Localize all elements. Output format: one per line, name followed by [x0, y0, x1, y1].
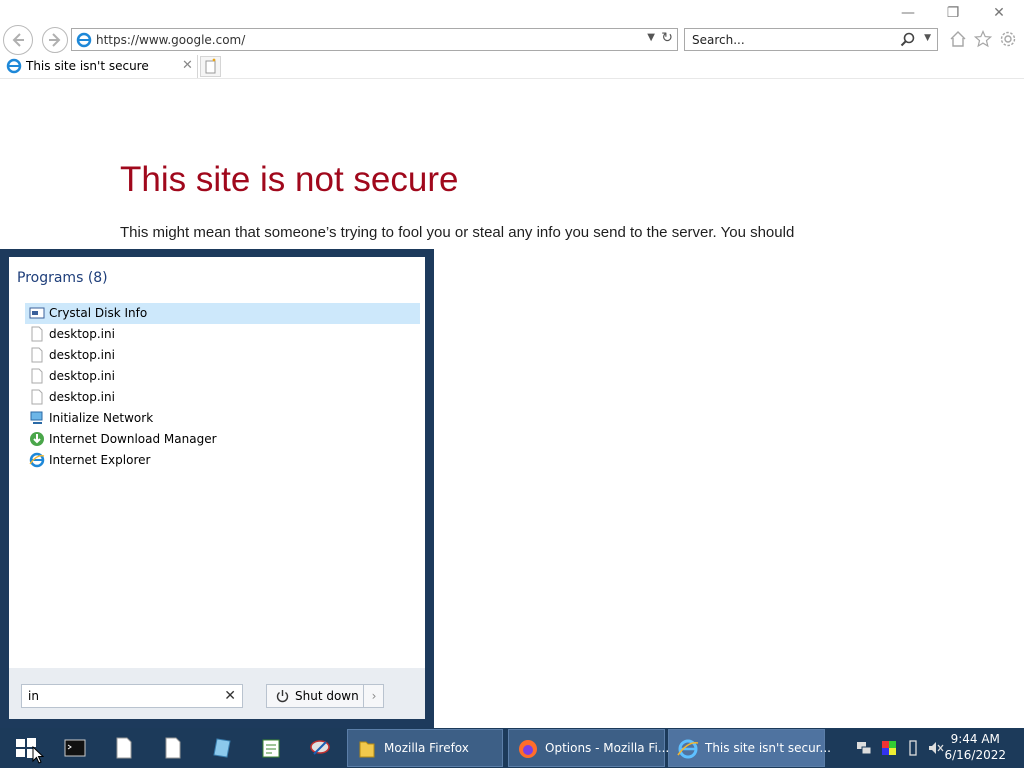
back-arrow-icon [12, 33, 24, 47]
taskbar-window-ie[interactable]: This site isn't secur... [668, 729, 831, 767]
new-tab-button[interactable] [200, 56, 221, 77]
taskbar-window-mozilla-firefox[interactable]: Mozilla Firefox [347, 729, 503, 767]
shutdown-button[interactable]: Shut down › [266, 684, 384, 708]
file-icon [31, 326, 43, 342]
tab-title: This site isn't secure [26, 59, 149, 73]
taskbar-cmd-icon[interactable] [59, 728, 91, 768]
shutdown-options-arrow[interactable]: › [363, 685, 384, 707]
address-dropdown-icon[interactable]: ▼ [647, 32, 655, 43]
ie-icon [677, 739, 699, 759]
network-icon [30, 411, 43, 424]
address-text: https://www.google.com/ [96, 33, 246, 47]
display-tray-icon[interactable] [881, 740, 897, 756]
forward-button[interactable] [42, 27, 68, 53]
ie-page-icon [76, 32, 92, 48]
taskbar-editor-icon[interactable] [255, 728, 287, 768]
tab-active[interactable]: This site isn't secure ✕ [0, 55, 198, 78]
chrome-separator [0, 78, 1024, 79]
program-item-desktop-ini[interactable]: desktop.ini [25, 345, 420, 366]
taskbar-snipping-icon[interactable] [304, 728, 336, 768]
taskbar-window-firefox-options[interactable]: Options - Mozilla Fi... [508, 729, 669, 767]
close-window-button[interactable]: ✕ [984, 2, 1014, 24]
file-icon [31, 368, 43, 384]
program-item-internet-download-manager[interactable]: Internet Download Manager [25, 429, 420, 450]
crystal-disk-info-icon [29, 307, 45, 319]
search-icon[interactable] [900, 32, 915, 47]
address-bar[interactable]: https://www.google.com/ ▼ ↻ [71, 28, 678, 51]
ie-tab-icon [6, 58, 22, 74]
mouse-cursor-icon [32, 746, 44, 764]
folder-icon [359, 741, 375, 758]
taskbar-clock[interactable]: 9:44 AM 6/16/2022 [944, 731, 1006, 763]
new-tab-icon [205, 58, 216, 74]
search-dropdown-icon[interactable]: ▼ [924, 33, 931, 43]
clock-date: 6/16/2022 [944, 748, 1006, 762]
file-icon [31, 347, 43, 363]
clock-time: 9:44 AM [950, 732, 1000, 746]
firefox-icon [519, 740, 537, 758]
refresh-icon[interactable]: ↻ [661, 30, 673, 46]
start-search-input[interactable]: in ✕ [21, 684, 243, 708]
taskbar: Mozilla Firefox Options - Mozilla Fi... … [0, 728, 1024, 768]
page-title: This site is not secure [120, 160, 459, 199]
clear-search-icon[interactable]: ✕ [224, 688, 236, 704]
program-item-desktop-ini[interactable]: desktop.ini [25, 366, 420, 387]
program-item-desktop-ini[interactable]: desktop.ini [25, 324, 420, 345]
start-search-value: in [28, 689, 39, 703]
start-menu-footer: in ✕ Shut down › [9, 668, 425, 719]
tab-close-icon[interactable]: ✕ [182, 58, 193, 73]
start-menu: Programs (8) Crystal Disk Info desktop.i… [0, 249, 434, 728]
program-item-desktop-ini[interactable]: desktop.ini [25, 387, 420, 408]
idm-icon [30, 432, 44, 446]
power-icon [276, 690, 289, 703]
taskbar-notepad-icon[interactable] [206, 728, 238, 768]
network-tray-icon[interactable] [856, 740, 872, 756]
back-button[interactable] [3, 25, 33, 55]
start-button[interactable] [6, 728, 46, 768]
usb-tray-icon[interactable] [905, 740, 921, 756]
home-icon[interactable] [947, 28, 969, 50]
file-icon [31, 389, 43, 405]
volume-muted-icon[interactable] [928, 740, 944, 756]
taskbar-file-icon[interactable] [108, 728, 140, 768]
minimize-button[interactable]: — [893, 2, 923, 24]
programs-header[interactable]: Programs (8) [17, 270, 108, 286]
program-item-internet-explorer[interactable]: Internet Explorer [25, 450, 420, 471]
program-item-initialize-network[interactable]: Initialize Network [25, 408, 420, 429]
taskbar-file-icon-2[interactable] [157, 728, 189, 768]
page-body-text: This might mean that someone’s trying to… [120, 224, 795, 241]
settings-gear-icon[interactable] [997, 28, 1019, 50]
forward-arrow-icon [49, 33, 61, 47]
search-input[interactable]: Search... [692, 33, 745, 47]
program-item-crystal-disk-info[interactable]: Crystal Disk Info [25, 303, 420, 324]
start-menu-results: Programs (8) Crystal Disk Info desktop.i… [9, 257, 425, 668]
restore-button[interactable]: ❐ [938, 2, 968, 24]
search-box[interactable]: Search... ▼ [684, 28, 938, 51]
browser-chrome: — ❐ ✕ https://www.google.com/ ▼ ↻ Search… [0, 0, 1024, 80]
ie-icon [29, 452, 45, 468]
favorites-star-icon[interactable] [972, 28, 994, 50]
